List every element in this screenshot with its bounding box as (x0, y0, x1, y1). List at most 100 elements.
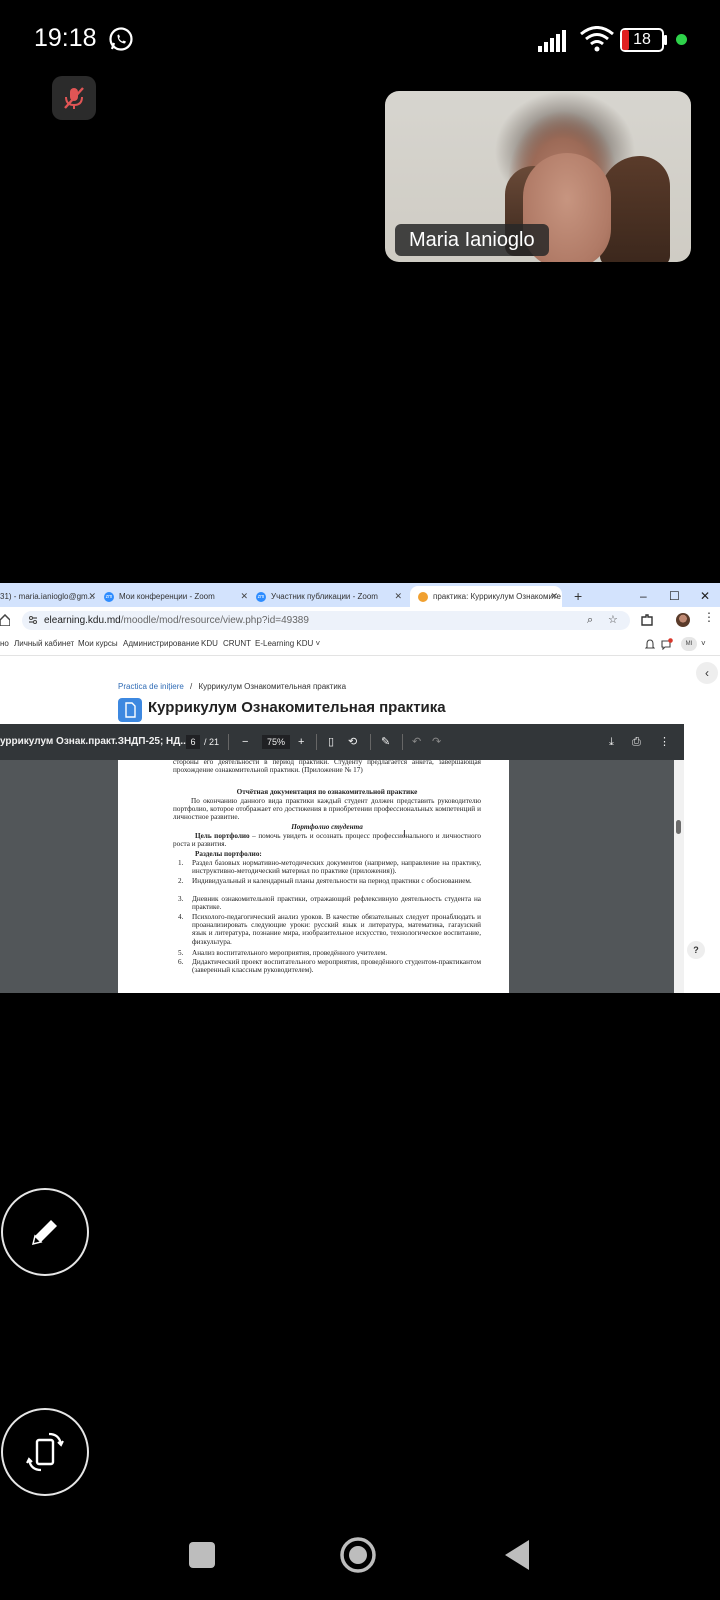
extensions-icon[interactable] (641, 614, 653, 626)
fit-page-icon[interactable]: ▯ (328, 724, 334, 760)
file-icon (118, 698, 142, 722)
more-options-icon[interactable]: ⋮ (659, 724, 670, 760)
battery-text: 18 (633, 31, 651, 48)
pdf-goal: Цель портфолио – помочь увидеть и осозна… (173, 832, 481, 848)
download-icon[interactable]: ⤓ (609, 724, 614, 760)
back-button[interactable] (503, 1538, 531, 1572)
undo-icon[interactable]: ↶ (412, 724, 421, 760)
profile-avatar[interactable] (676, 613, 690, 627)
tab-label: практика: Куррикулум Ознакомите (433, 592, 561, 601)
pdf-filename: уррикулум Ознак.практ.ЗНДП-25; НД... (0, 736, 189, 747)
pdf-subheading: Портфолио студента (291, 823, 363, 831)
browser-tab-moodle[interactable]: практика: Куррикулум Ознакомите ✕ (410, 586, 562, 607)
close-icon[interactable]: ✕ (88, 586, 96, 607)
moodle-navbar: но Личный кабинет Мои курсы Администриро… (0, 633, 720, 656)
pdf-scrollbar[interactable] (674, 760, 684, 993)
home-icon[interactable] (0, 614, 10, 626)
participant-video[interactable]: Maria Ianioglo (385, 91, 691, 262)
nav-my-courses[interactable]: Мои курсы (78, 633, 118, 655)
tab-label: Участник публикации - Zoom (271, 592, 378, 601)
status-time: 19:18 (34, 24, 97, 52)
recent-apps-button[interactable] (189, 1542, 215, 1568)
screen-rotation-icon (26, 1432, 64, 1472)
breadcrumb-current: Куррикулум Ознакомительная практика (198, 682, 347, 691)
toolbar-divider (228, 734, 229, 750)
bookmark-star-icon[interactable]: ☆ (608, 611, 618, 630)
redo-icon[interactable]: ↷ (432, 724, 441, 760)
mute-button[interactable] (52, 76, 96, 120)
page-title: Куррикулум Ознакомительная практика (148, 699, 446, 716)
maximize-button[interactable]: ☐ (669, 586, 680, 606)
tab-label: 31) - maria.ianioglo@gm... (0, 592, 95, 601)
moodle-icon (418, 591, 428, 602)
nav-dashboard[interactable]: Личный кабинет (14, 633, 74, 655)
url-input[interactable]: elearning.kdu.md/moodle/mod/resource/vie… (22, 611, 630, 630)
tab-label: Мои конференции - Zoom (119, 592, 215, 601)
browser-tab-zoom-conferences[interactable]: zm Мои конференции - Zoom ✕ (104, 586, 252, 607)
zoom-input[interactable]: 75% (262, 735, 290, 749)
home-button[interactable] (339, 1536, 377, 1574)
nav-administration[interactable]: Администрирование (123, 633, 199, 655)
moodle-page: ‹ Practica de inițiere / Куррикулум Озна… (0, 656, 720, 993)
minimize-button[interactable]: – (640, 586, 647, 606)
pdf-text-line: стороны его деятельности в период практи… (173, 760, 481, 775)
zoom-in-button[interactable]: + (298, 724, 304, 760)
whatsapp-icon (109, 27, 133, 51)
text-cursor-icon: I (403, 829, 406, 840)
help-button[interactable]: ? (687, 941, 705, 959)
rotate-icon[interactable]: ⟲ (348, 724, 357, 760)
url-host: elearning.kdu.md (44, 615, 121, 626)
camera-indicator-dot (676, 34, 687, 45)
print-icon[interactable]: ⎙ (632, 724, 641, 760)
pdf-viewer: уррикулум Ознак.практ.ЗНДП-25; НД... 6 /… (0, 724, 684, 993)
rotate-screen-button[interactable] (1, 1408, 89, 1496)
close-icon[interactable]: ✕ (394, 586, 402, 607)
browser-tab-zoom-participant[interactable]: zm Участник публикации - Zoom ✕ (256, 586, 406, 607)
mic-muted-icon (64, 87, 84, 109)
pdf-toolbar: уррикулум Ознак.практ.ЗНДП-25; НД... 6 /… (0, 724, 684, 760)
nav-crunt[interactable]: CRUNT (223, 633, 251, 655)
page-number-input[interactable]: 6 (186, 735, 200, 749)
annotate-icon[interactable]: ✎ (381, 724, 390, 760)
breadcrumb: Practica de inițiere / Куррикулум Ознако… (118, 682, 346, 691)
pdf-page: стороны его деятельности в период практи… (118, 760, 509, 993)
zoom-out-button[interactable]: − (242, 724, 248, 760)
pdf-goal-label: Цель портфолио (195, 832, 250, 840)
browser-tab-gmail[interactable]: 31) - maria.ianioglo@gm... ✕ (0, 586, 100, 607)
signal-icon (538, 30, 566, 52)
new-tab-button[interactable]: + (574, 586, 582, 606)
pdf-heading: Отчётная документация по ознакомительной… (236, 788, 418, 796)
browser-menu-icon[interactable]: ⋮ (703, 610, 715, 624)
url-path: /moodle/mod/resource/view.php?id=49389 (120, 615, 309, 626)
site-info-icon[interactable] (28, 615, 38, 625)
page-total: / 21 (204, 737, 220, 747)
breadcrumb-link[interactable]: Practica de inițiere (118, 682, 184, 691)
search-icon[interactable]: ⌕ (587, 611, 593, 630)
nav-home[interactable]: но (0, 633, 9, 655)
nav-kdu[interactable]: KDU (201, 633, 218, 655)
toolbar-divider (402, 734, 403, 750)
battery-tip (664, 35, 667, 45)
pencil-icon (31, 1220, 57, 1246)
notification-bell-icon[interactable] (645, 639, 655, 650)
scrollbar-thumb[interactable] (676, 820, 681, 834)
pdf-paragraph: По окончанию данного вида практики кажды… (173, 797, 481, 822)
pdf-sections-label: Разделы портфолио: (195, 850, 262, 858)
close-icon[interactable]: ✕ (240, 586, 248, 607)
toolbar-divider (316, 734, 317, 750)
window-close-button[interactable]: ✕ (700, 586, 710, 606)
user-avatar[interactable]: MI (681, 637, 697, 651)
shared-screen: 31) - maria.ianioglo@gm... ✕ zm Мои конфе… (0, 583, 720, 993)
messages-icon[interactable] (661, 638, 673, 650)
battery-icon: 18 (620, 28, 664, 52)
drawer-toggle-button[interactable]: ‹ (696, 662, 718, 684)
zoom-icon: zm (104, 591, 114, 602)
nav-elearning-kdu[interactable]: E-Learning KDU ˅ (255, 633, 320, 655)
annotate-button[interactable] (1, 1188, 89, 1276)
close-icon[interactable]: ✕ (550, 586, 558, 607)
breadcrumb-separator: / (190, 682, 193, 691)
zoom-icon: zm (256, 591, 266, 602)
browser-tab-bar: 31) - maria.ianioglo@gm... ✕ zm Мои конфе… (0, 583, 720, 607)
chevron-down-icon[interactable]: ˅ (701, 633, 706, 655)
toolbar-divider (370, 734, 371, 750)
